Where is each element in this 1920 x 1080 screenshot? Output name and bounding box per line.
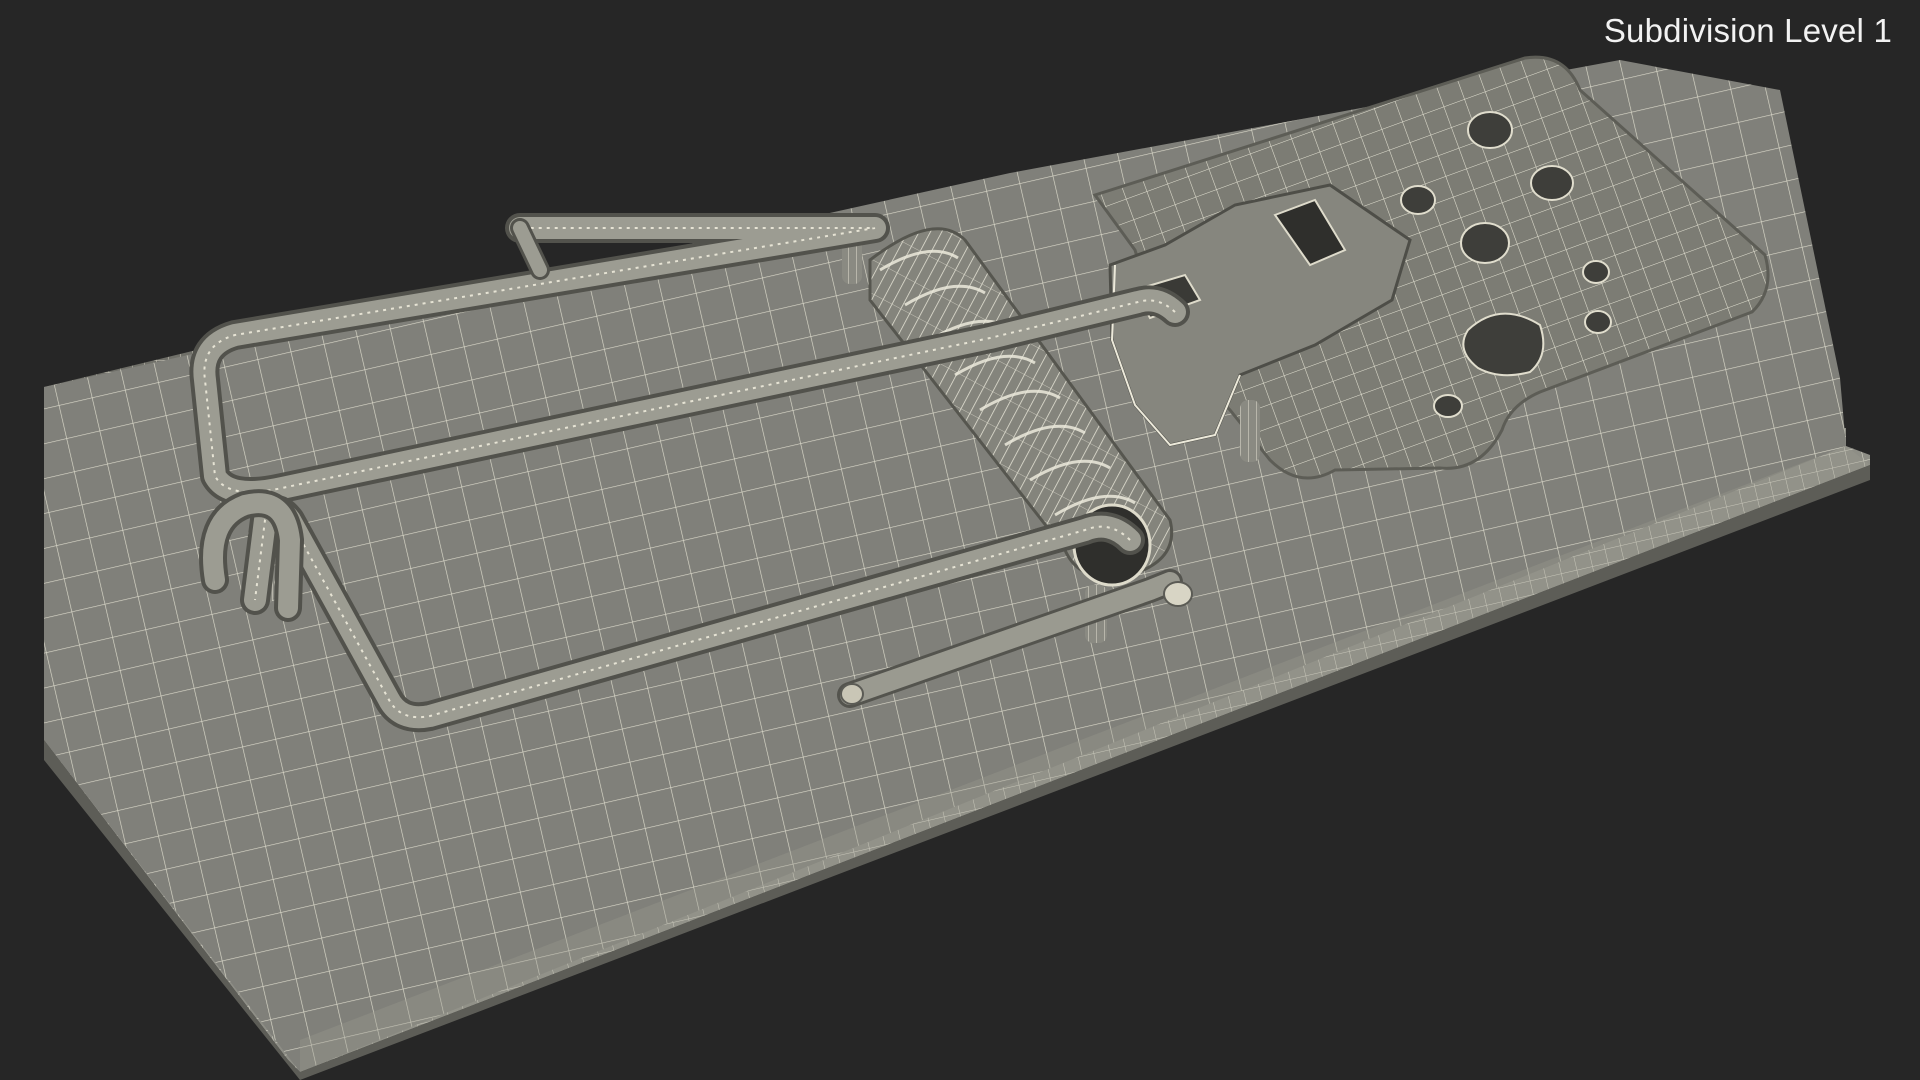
render-viewport: Subdivision Level 1 xyxy=(0,0,1920,1080)
mousetrap-render xyxy=(44,55,1870,1080)
subdivision-level-caption: Subdivision Level 1 xyxy=(1603,12,1892,49)
